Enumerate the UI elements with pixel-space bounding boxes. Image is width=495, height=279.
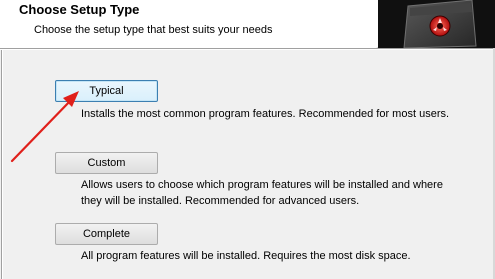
complete-button[interactable]: Complete (55, 223, 158, 245)
page-title: Choose Setup Type (19, 2, 140, 17)
complete-description: All program features will be installed. … (81, 250, 411, 262)
header-banner: Choose Setup Type Choose the setup type … (0, 0, 495, 48)
custom-description: Allows users to choose which program fea… (81, 177, 443, 209)
custom-button[interactable]: Custom (55, 152, 158, 174)
content-frame-left (1, 50, 3, 279)
page-subtitle: Choose the setup type that best suits yo… (34, 24, 273, 36)
custom-description-line-2: they will be installed. Recommended for … (81, 195, 360, 207)
custom-description-line-1: Allows users to choose which program fea… (81, 179, 443, 191)
header-separator (0, 48, 495, 50)
typical-description: Installs the most common program feature… (81, 108, 450, 120)
setup-wizard-window: Choose Setup Type Choose the setup type … (0, 0, 495, 279)
typical-button[interactable]: Typical (55, 80, 158, 102)
installer-box-icon (403, 0, 477, 48)
